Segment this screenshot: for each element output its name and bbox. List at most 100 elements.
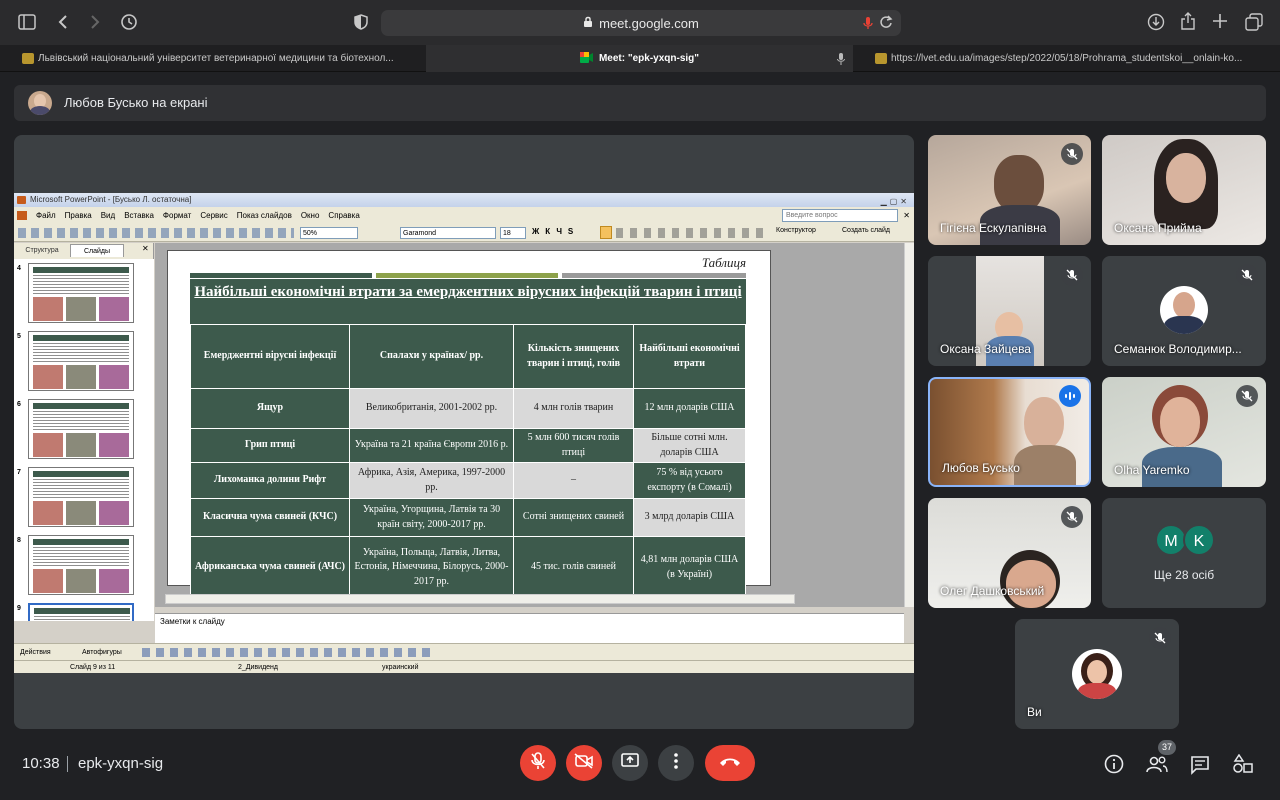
help-search-input[interactable]: Введите вопрос	[782, 209, 898, 222]
ppt-window-title: Microsoft PowerPoint - [Бусько Л. остато…	[30, 195, 192, 204]
tab-meet[interactable]: Meet: "epk-yxqn-sig"	[426, 45, 853, 72]
leave-call-button[interactable]	[705, 745, 755, 781]
meeting-info-icon[interactable]	[1104, 754, 1124, 779]
font-select[interactable]: Garamond	[400, 227, 496, 239]
participant-tile[interactable]: Оксана Прийма	[1102, 135, 1266, 245]
more-options-button[interactable]	[658, 745, 694, 781]
paragraph-icons[interactable]	[616, 228, 766, 238]
download-icon[interactable]	[1147, 13, 1165, 35]
ppt-menu-bar: Файл Правка Вид Вставка Формат Сервис Показ сл…	[14, 207, 914, 224]
ppt-menu-item[interactable]: Формат	[163, 211, 191, 220]
tab-slides[interactable]: Слайды	[70, 244, 124, 257]
new-slide-button[interactable]: Создать слайд	[842, 227, 890, 234]
slide-canvas[interactable]: Таблиця Найбільші економічні втрати за е…	[167, 250, 771, 599]
participant-tile[interactable]: Olha Yaremko	[1102, 377, 1266, 487]
standard-toolbar-icons[interactable]	[18, 228, 294, 238]
font-size-select[interactable]: 18	[500, 227, 526, 239]
notes-placeholder: Заметки к слайду	[160, 617, 225, 626]
cell-outbreak: Африка, Азія, Америка, 1997-2000 рр.	[349, 462, 514, 499]
drawing-icons[interactable]	[142, 648, 432, 657]
self-tile[interactable]: Ви	[1015, 619, 1179, 729]
tab-university[interactable]: Львівський національний університет вете…	[0, 45, 426, 72]
camera-toggle-button[interactable]	[566, 745, 602, 781]
meeting-code[interactable]: epk-yxqn-sig	[78, 755, 163, 772]
slide-top-bar-1	[190, 273, 372, 278]
chat-icon[interactable]	[1190, 755, 1210, 780]
ppt-menu-item[interactable]: Файл	[36, 211, 56, 220]
ppt-status-bar: Слайд 9 из 11 2_Дивиденд украинский	[14, 660, 914, 673]
ppt-menu-item[interactable]: Справка	[328, 211, 359, 220]
drawing-toolbar: Действия Автофигуры	[14, 643, 914, 660]
slide-thumbnail[interactable]	[28, 603, 134, 621]
more-participants-tile[interactable]: M K Ще 28 осіб	[1102, 498, 1266, 608]
cell-loss: 75 % від усього експорту (в Сомалі)	[633, 462, 746, 499]
share-icon[interactable]	[1180, 12, 1196, 34]
slide-thumbnail[interactable]	[28, 467, 134, 527]
cell-infection: Класична чума свиней (КЧС)	[190, 498, 350, 537]
actions-menu[interactable]: Действия	[20, 644, 51, 661]
ppt-menu-item[interactable]: Окно	[301, 211, 320, 220]
reload-icon[interactable]	[879, 15, 893, 32]
header-infections: Емерджентні вірусні інфекції	[190, 324, 350, 389]
present-screen-button[interactable]	[612, 745, 648, 781]
browser-toolbar: meet.google.com	[0, 0, 1280, 45]
privacy-shield-icon[interactable]	[353, 14, 369, 34]
meeting-time: 10:38	[22, 755, 60, 772]
slide-thumbnail[interactable]	[28, 535, 134, 595]
new-tab-icon[interactable]	[1212, 13, 1228, 33]
tab-structure[interactable]: Структура	[18, 245, 66, 257]
participant-name: Гігієна Ескулапівна	[940, 221, 1047, 235]
tab-program-pdf[interactable]: https://lvet.edu.ua/images/step/2022/05/…	[853, 45, 1280, 72]
notes-pane[interactable]: Заметки к слайду	[155, 613, 904, 643]
participant-name: Ви	[1027, 705, 1042, 719]
people-icon[interactable]	[1146, 754, 1168, 779]
slide-horizontal-scrollbar[interactable]	[165, 594, 795, 604]
ppt-format-toolbar: 50% Garamond 18 ЖКЧS Конструктор Создать…	[14, 224, 914, 242]
participant-name: Семанюк Володимир...	[1114, 342, 1242, 356]
participant-tile[interactable]: Гігієна Ескулапівна	[928, 135, 1091, 245]
align-left-button[interactable]	[600, 226, 612, 239]
forward-icon[interactable]	[88, 14, 102, 34]
close-doc-icon[interactable]: ✕	[903, 207, 910, 224]
cell-outbreak: Великобританія, 2001-2002 рр.	[349, 388, 514, 429]
thumbnail-number: 9	[17, 605, 21, 612]
mic-off-icon	[1061, 264, 1083, 286]
slide-thumbnail[interactable]	[28, 399, 134, 459]
table-label: Таблиця	[701, 255, 746, 270]
participant-tile-active[interactable]: Любов Бусько	[928, 377, 1091, 487]
autoshapes-menu[interactable]: Автофигуры	[82, 644, 122, 661]
ppt-menu-item[interactable]: Показ слайдов	[237, 211, 292, 220]
ppt-menu-item[interactable]: Вставка	[124, 211, 154, 220]
ppt-menu-item[interactable]: Вид	[101, 211, 115, 220]
close-panel-icon[interactable]: ✕	[142, 244, 149, 253]
format-buttons[interactable]: ЖКЧS	[532, 227, 579, 236]
slide-thumbnail[interactable]	[28, 331, 134, 391]
cell-outbreak: Україна та 21 країна Європи 2016 р.	[349, 428, 514, 463]
slide-top-bar-3	[562, 273, 746, 278]
address-bar[interactable]: meet.google.com	[381, 10, 901, 36]
participant-tile[interactable]: Олег Дашковський	[928, 498, 1091, 608]
university-favicon-icon	[22, 53, 34, 64]
zoom-select[interactable]: 50%	[300, 227, 358, 239]
mic-toggle-button[interactable]	[520, 745, 556, 781]
slide-vertical-scrollbar[interactable]	[904, 243, 914, 607]
participant-tile[interactable]: Оксана Зайцева	[928, 256, 1091, 366]
ppt-menu-item[interactable]: Сервис	[200, 211, 227, 220]
sidebar-icon[interactable]	[18, 14, 36, 34]
activities-icon[interactable]	[1233, 753, 1253, 779]
avatar	[1072, 649, 1122, 699]
history-icon[interactable]	[120, 13, 138, 35]
back-icon[interactable]	[56, 14, 70, 34]
call-end-icon	[719, 754, 741, 772]
cell-loss: 12 млн доларів США	[633, 388, 746, 429]
slide-thumbnail[interactable]	[28, 263, 134, 323]
presenter-avatar	[28, 91, 52, 115]
video-face	[1160, 397, 1200, 447]
avatar: K	[1183, 524, 1215, 556]
presenter-bar: Любов Бусько на екрані	[14, 85, 1266, 121]
cell-loss: 3 млрд доларів США	[633, 498, 746, 537]
tab-overview-icon[interactable]	[1245, 13, 1263, 35]
participant-tile[interactable]: Семанюк Володимир...	[1102, 256, 1266, 366]
ppt-menu-item[interactable]: Правка	[65, 211, 92, 220]
designer-button[interactable]: Конструктор	[776, 227, 816, 234]
